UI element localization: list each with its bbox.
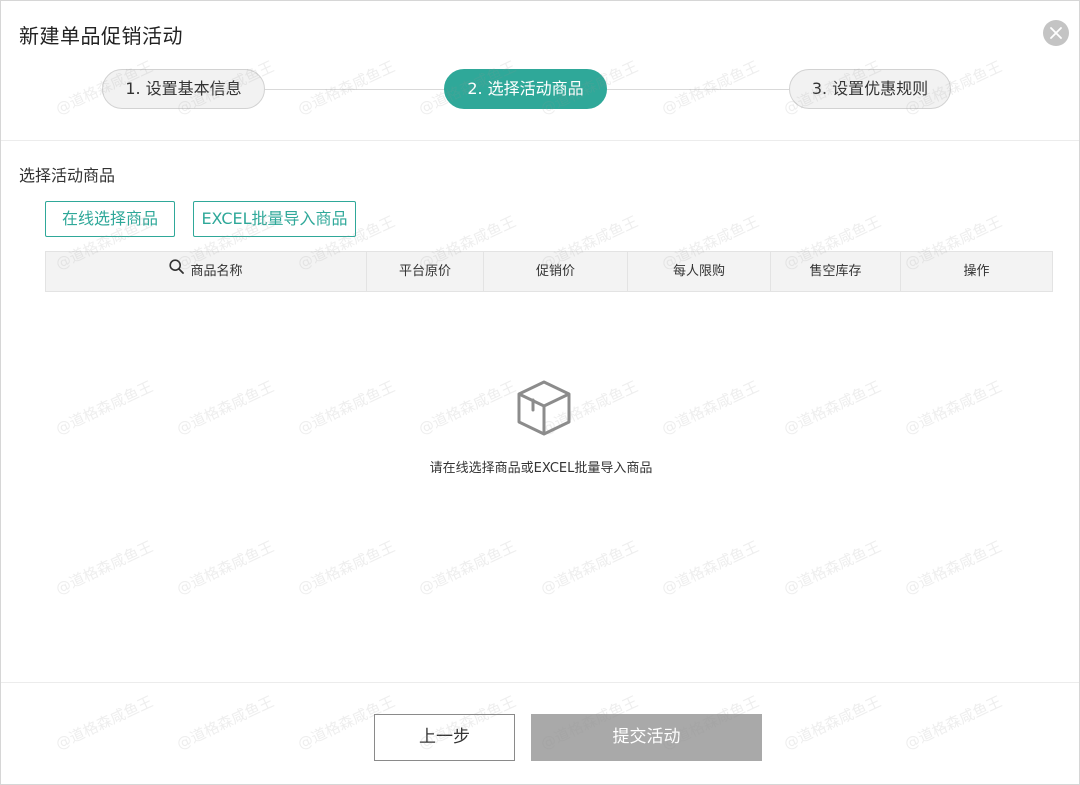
column-label: 商品名称 bbox=[190, 264, 243, 279]
empty-state-message: 请在线选择商品或EXCEL批量导入商品 bbox=[429, 461, 653, 476]
dialog-title: 新建单品促销活动 bbox=[19, 24, 183, 48]
excel-import-button[interactable]: EXCEL批量导入商品 bbox=[193, 201, 356, 237]
submit-activity-button[interactable]: 提交活动 bbox=[531, 714, 762, 761]
step-1-basic-info[interactable]: 1. 设置基本信息 bbox=[102, 69, 265, 109]
column-stock: 售空库存 bbox=[771, 252, 901, 291]
column-product-name[interactable]: 商品名称 bbox=[46, 252, 367, 291]
step-connector bbox=[607, 89, 789, 90]
column-label: 促销价 bbox=[535, 264, 575, 279]
step-3-discount-rules[interactable]: 3. 设置优惠规则 bbox=[789, 69, 951, 109]
online-select-button[interactable]: 在线选择商品 bbox=[45, 201, 175, 237]
step-label: 1. 设置基本信息 bbox=[125, 79, 242, 98]
step-2-select-products[interactable]: 2. 选择活动商品 bbox=[444, 69, 607, 109]
product-table-header: 商品名称 平台原价 促销价 每人限购 售空库存 操作 bbox=[45, 251, 1053, 292]
step-label: 2. 选择活动商品 bbox=[467, 79, 584, 98]
box-icon bbox=[513, 377, 575, 439]
step-connector bbox=[265, 89, 445, 90]
column-original-price: 平台原价 bbox=[367, 252, 484, 291]
close-icon bbox=[1050, 27, 1062, 39]
create-promotion-dialog: 新建单品促销活动 1. 设置基本信息 2. 选择活动商品 3. 设置优惠规则 选… bbox=[0, 0, 1080, 785]
column-actions: 操作 bbox=[901, 252, 1052, 291]
step-label: 3. 设置优惠规则 bbox=[811, 79, 929, 98]
dialog-header: 新建单品促销活动 1. 设置基本信息 2. 选择活动商品 3. 设置优惠规则 bbox=[1, 1, 1079, 141]
previous-step-button[interactable]: 上一步 bbox=[374, 714, 515, 761]
column-label: 平台原价 bbox=[398, 264, 451, 279]
column-label: 每人限购 bbox=[672, 264, 725, 279]
column-label: 售空库存 bbox=[809, 264, 862, 279]
footer-divider bbox=[1, 682, 1079, 683]
close-button[interactable] bbox=[1043, 20, 1069, 46]
search-icon[interactable] bbox=[169, 251, 185, 290]
column-label: 操作 bbox=[963, 264, 990, 279]
section-title: 选择活动商品 bbox=[19, 166, 116, 185]
column-purchase-limit: 每人限购 bbox=[628, 252, 771, 291]
column-promo-price: 促销价 bbox=[484, 252, 628, 291]
